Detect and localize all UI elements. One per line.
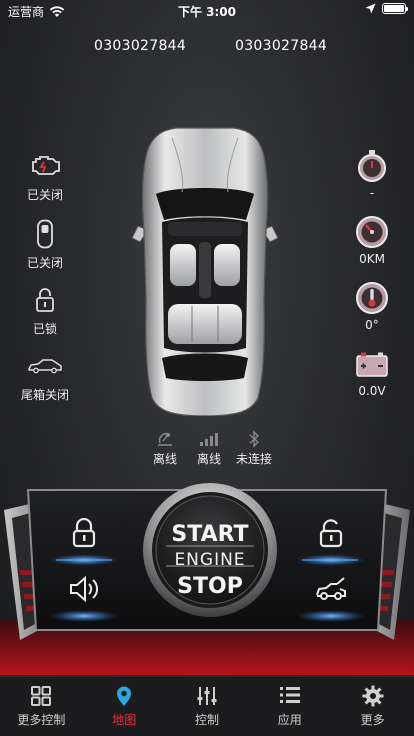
thermometer-icon	[356, 282, 388, 314]
bottom-tab-bar: 更多控制 地图 控制 应用 更多	[0, 676, 414, 736]
grid-icon	[31, 686, 52, 706]
engine-status: 已关闭	[10, 148, 80, 203]
device-id-left: 0303027844	[94, 38, 187, 54]
stop-label: STOP	[177, 574, 243, 599]
mileage-value: 0KM	[359, 252, 385, 266]
lock-icon	[36, 288, 54, 312]
lock-closed-icon	[72, 518, 96, 548]
car-trunk-icon	[316, 577, 346, 600]
temperature-status: 0°	[337, 280, 407, 332]
device-id-right: 0303027844	[235, 38, 328, 54]
timer-status: -	[337, 148, 407, 200]
tab-more-control-label: 更多控制	[17, 713, 66, 727]
location-arrow-icon	[365, 3, 376, 14]
tab-map[interactable]: 地图	[83, 677, 166, 736]
bluetooth-status-label: 未连接	[235, 452, 272, 466]
bluetooth-icon	[249, 430, 260, 448]
remote-control-screen: 运营商 下午 3:00 0303027844 0303027844 已关闭 已关…	[0, 0, 414, 736]
sliders-icon	[197, 687, 217, 705]
mileage-status: 0KM	[337, 214, 407, 266]
battery-icon	[356, 352, 388, 377]
engine-icon	[32, 156, 60, 175]
tab-apps-label: 应用	[277, 713, 302, 727]
voltage-status: 0.0V	[337, 346, 407, 398]
unlock-car-button[interactable]	[301, 508, 361, 558]
tab-control[interactable]: 控制	[166, 677, 249, 736]
start-label: START	[171, 522, 249, 547]
temperature-value: 0°	[365, 318, 379, 332]
status-bar: 运营商 下午 3:00	[0, 0, 414, 22]
satellite-icon	[158, 432, 172, 446]
tab-more-control[interactable]: 更多控制	[0, 677, 83, 736]
status-time: 下午 3:00	[177, 5, 237, 19]
door-icon	[37, 219, 53, 249]
engine-status-label: 已关闭	[26, 188, 63, 202]
lock-status-label: 已锁	[32, 322, 57, 336]
trunk-open-button[interactable]	[301, 564, 361, 614]
door-status: 已关闭	[10, 216, 80, 271]
stopwatch-icon	[358, 150, 386, 182]
tab-apps[interactable]: 应用	[248, 677, 331, 736]
lock-status: 已锁	[10, 282, 80, 337]
tab-more-label: 更多	[360, 713, 385, 727]
door-status-label: 已关闭	[26, 256, 63, 270]
tab-map-label: 地图	[112, 713, 137, 727]
lock-car-button[interactable]	[54, 508, 114, 558]
lock-open-icon	[319, 519, 343, 548]
speaker-icon	[70, 575, 99, 603]
car-top-view-image	[132, 127, 278, 416]
odometer-icon	[356, 216, 388, 248]
engine-label: ENGINE	[174, 550, 246, 570]
gear-icon	[362, 685, 384, 707]
voltage-value: 0.0V	[358, 384, 386, 398]
map-pin-icon	[117, 686, 132, 706]
battery-indicator-icon	[382, 3, 408, 14]
bluetooth-status: 未连接	[224, 428, 284, 467]
trunk-car-icon	[28, 359, 62, 374]
timer-value: -	[369, 186, 375, 200]
tab-more[interactable]: 更多	[331, 677, 414, 736]
list-icon	[279, 687, 300, 703]
horn-button[interactable]	[54, 564, 114, 614]
signal-icon	[200, 433, 218, 446]
trunk-status: 尾箱关闭	[10, 348, 80, 403]
trunk-status-label: 尾箱关闭	[20, 388, 69, 402]
tab-control-label: 控制	[194, 713, 219, 727]
